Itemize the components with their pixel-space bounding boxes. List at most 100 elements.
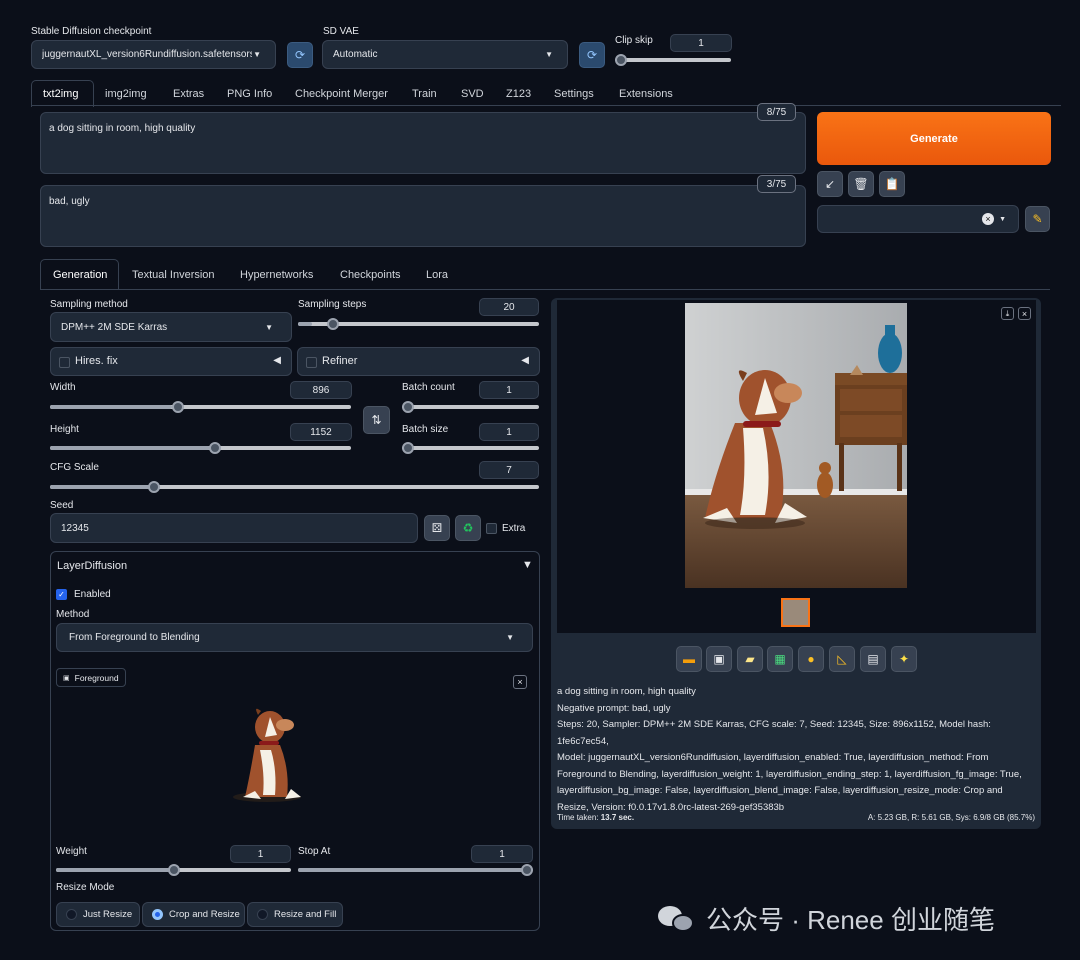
seed-input[interactable]: 12345 — [50, 513, 418, 543]
clip-skip-label: Clip skip — [615, 35, 653, 46]
sampling-steps-input[interactable]: 20 — [479, 298, 539, 316]
chevron-down-icon: ▼ — [506, 633, 514, 642]
clip-skip-input[interactable]: 1 — [670, 34, 732, 52]
method-select[interactable]: From Foreground to Blending ▼ — [56, 623, 533, 652]
checkpoint-value: juggernautXL_version6Rundiffusion.safete… — [42, 49, 252, 60]
clipboard-icon: 📋 — [884, 177, 900, 191]
batch-size-label: Batch size — [402, 424, 449, 435]
resize-and-fill-radio[interactable]: Resize and Fill — [247, 902, 343, 927]
collapse-down-icon[interactable]: ▼ — [522, 559, 533, 571]
crop-and-resize-label: Crop and Resize — [169, 909, 240, 920]
prompt-token-counter: 8/75 — [757, 103, 796, 121]
refiner-accordion[interactable]: Refiner ◀ — [297, 347, 540, 376]
tab-checkpoint-merger[interactable]: Checkpoint Merger — [295, 88, 388, 100]
prompt-textarea[interactable]: a dog sitting in room, high quality — [40, 112, 806, 174]
refresh-icon: ⟳ — [586, 48, 598, 62]
generated-image[interactable] — [685, 303, 907, 588]
collapse-icon: ◀ — [273, 355, 281, 366]
refresh-vae-button[interactable]: ⟳ — [579, 42, 605, 68]
resize-just-resize-radio[interactable]: Just Resize — [56, 902, 140, 927]
stop-at-input[interactable]: 1 — [471, 845, 533, 863]
checkpoint-select[interactable]: juggernautXL_version6Rundiffusion.safete… — [31, 40, 276, 69]
close-icon[interactable]: × — [1018, 307, 1031, 320]
tab-svd[interactable]: SVD — [461, 88, 484, 100]
chevron-down-icon: ▼ — [545, 50, 553, 59]
batch-count-input[interactable]: 1 — [479, 381, 539, 399]
refiner-checkbox[interactable] — [306, 357, 317, 368]
hires-fix-accordion[interactable]: Hires. fix ◀ — [50, 347, 292, 376]
batch-size-input[interactable]: 1 — [479, 423, 539, 441]
tab-settings[interactable]: Settings — [554, 88, 594, 100]
read-params-button[interactable]: ↙ — [817, 171, 843, 197]
cfg-scale-slider[interactable] — [50, 481, 539, 493]
info-params-4: layerdiffusion_bg_image: False, layerdif… — [557, 785, 1003, 796]
tab-extras[interactable]: Extras — [173, 88, 204, 100]
resize-mode-label: Resize Mode — [56, 882, 115, 893]
download-icon[interactable]: ⤓ — [1001, 307, 1014, 320]
sampling-method-select[interactable]: DPM++ 2M SDE Karras ▼ — [50, 312, 292, 342]
subtab-textual-inversion[interactable]: Textual Inversion — [132, 269, 215, 281]
swap-dimensions-button[interactable]: ⇅ — [363, 406, 390, 434]
subtab-lora[interactable]: Lora — [426, 269, 448, 281]
vae-select[interactable]: Automatic ▼ — [322, 40, 568, 69]
collapse-icon: ◀ — [521, 355, 529, 366]
width-input[interactable]: 896 — [290, 381, 352, 399]
height-slider[interactable] — [50, 442, 351, 454]
close-icon[interactable]: × — [513, 675, 527, 689]
paste-style-button[interactable]: 📋 — [879, 171, 905, 197]
foreground-label-box: ▣ Foreground — [56, 668, 126, 687]
sampling-steps-slider[interactable] — [298, 318, 539, 330]
hires-fix-checkbox[interactable] — [59, 357, 70, 368]
info-params-1: Steps: 20, Sampler: DPM++ 2M SDE Karras,… — [557, 719, 991, 747]
edit-styles-button[interactable]: ✎ — [1025, 206, 1050, 232]
enabled-checkbox[interactable]: ✓ — [56, 589, 67, 600]
subtab-hypernetworks[interactable]: Hypernetworks — [240, 269, 313, 281]
tab-train[interactable]: Train — [412, 88, 437, 100]
width-slider[interactable] — [50, 401, 351, 413]
subtab-checkpoints[interactable]: Checkpoints — [340, 269, 401, 281]
tab-img2img[interactable]: img2img — [105, 88, 147, 100]
send-to-extras-icon[interactable]: ◺ — [829, 646, 855, 672]
batch-count-slider[interactable] — [402, 401, 539, 413]
save-icon[interactable]: ▣ — [706, 646, 732, 672]
thumbnail[interactable] — [781, 598, 810, 627]
refresh-checkpoint-button[interactable]: ⟳ — [287, 42, 313, 68]
subtab-generation[interactable]: Generation — [53, 269, 107, 281]
send-to-inpaint-icon[interactable]: ● — [798, 646, 824, 672]
tab-z123[interactable]: Z123 — [506, 88, 531, 100]
cfg-scale-label: CFG Scale — [50, 462, 99, 473]
checkpoint-label: Stable Diffusion checkpoint — [31, 26, 152, 37]
cfg-scale-input[interactable]: 7 — [479, 461, 539, 479]
clear-icon[interactable]: × — [982, 213, 994, 225]
tab-png-info[interactable]: PNG Info — [227, 88, 272, 100]
sparkle-icon[interactable]: ✦ — [891, 646, 917, 672]
vae-label: SD VAE — [323, 26, 359, 37]
folder-icon[interactable]: ▬ — [676, 646, 702, 672]
arrow-icon: ↙ — [824, 177, 836, 191]
zip-icon[interactable]: ▰ — [737, 646, 763, 672]
weight-input[interactable]: 1 — [230, 845, 291, 863]
negative-prompt-textarea[interactable]: bad, ugly — [40, 185, 806, 247]
hires-fix-label: Hires. fix — [75, 355, 118, 367]
resize-crop-and-resize-radio[interactable]: Crop and Resize — [142, 902, 245, 927]
batch-size-slider[interactable] — [402, 442, 539, 454]
reuse-seed-button[interactable]: ♻ — [455, 515, 481, 541]
send-to-img2img-icon[interactable]: ▦ — [767, 646, 793, 672]
height-input[interactable]: 1152 — [290, 423, 352, 441]
clip-skip-slider[interactable] — [615, 54, 731, 66]
video-icon[interactable]: ▤ — [860, 646, 886, 672]
time-taken: Time taken: 13.7 sec. — [557, 813, 634, 822]
tab-txt2img[interactable]: txt2img — [43, 88, 78, 100]
generate-button[interactable]: Generate — [817, 112, 1051, 165]
tab-extensions[interactable]: Extensions — [619, 88, 673, 100]
height-label: Height — [50, 424, 79, 435]
weight-slider[interactable] — [56, 864, 291, 876]
random-seed-button[interactable]: ⚄ — [424, 515, 450, 541]
sampling-method-label: Sampling method — [50, 299, 128, 310]
layerdiffusion-title[interactable]: LayerDiffusion — [57, 560, 127, 572]
styles-select[interactable]: × ▼ — [817, 205, 1019, 233]
clear-prompt-button[interactable]: 🗑 — [848, 171, 874, 197]
stop-at-slider[interactable] — [298, 864, 533, 876]
negative-token-counter: 3/75 — [757, 175, 796, 193]
extra-seed-checkbox[interactable] — [486, 523, 497, 534]
